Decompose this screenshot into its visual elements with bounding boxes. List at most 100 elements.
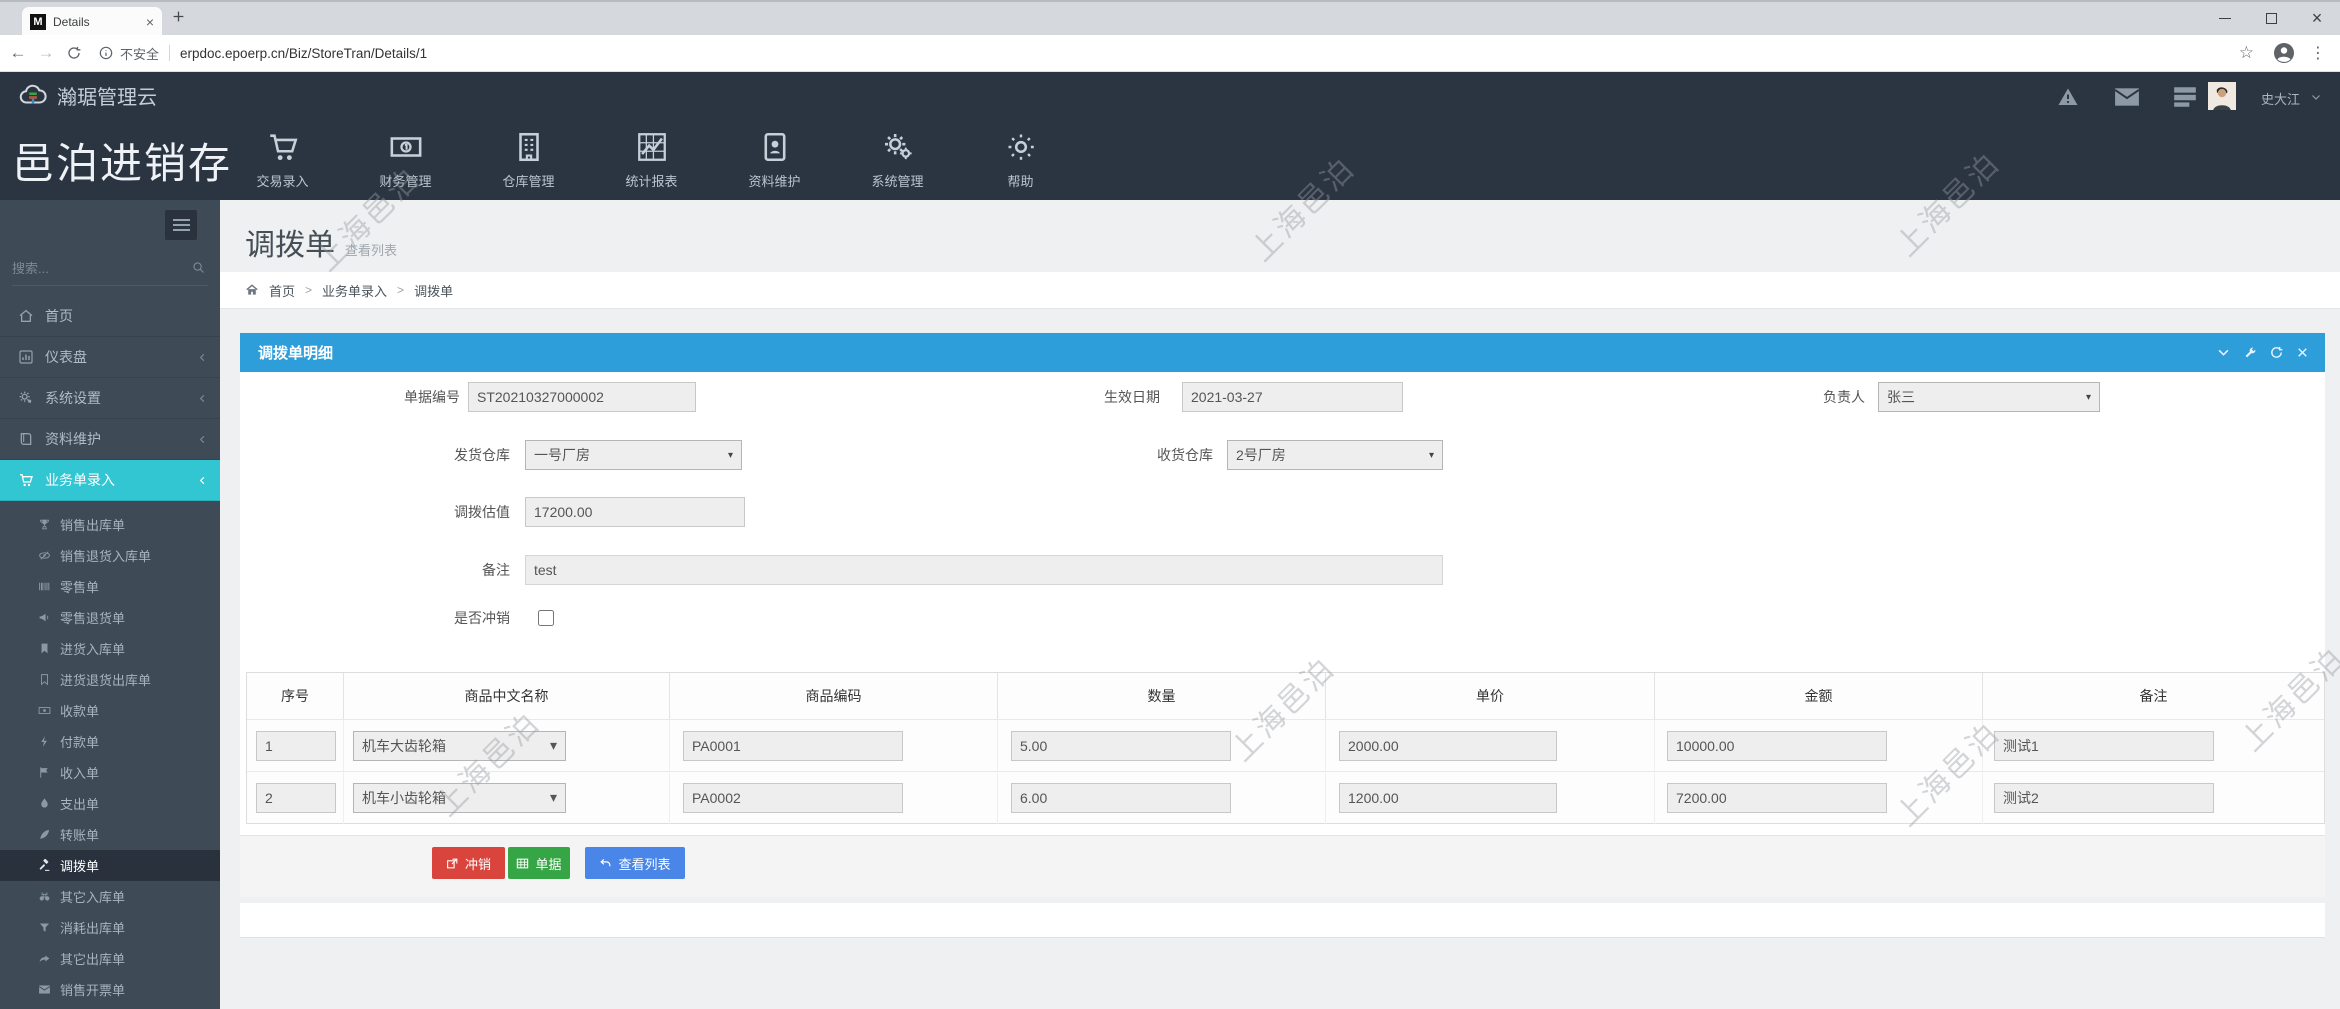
row2-amount-input[interactable] xyxy=(1667,782,1887,813)
writeoff-checkbox[interactable] xyxy=(538,610,554,626)
mail-icon[interactable] xyxy=(2114,86,2140,108)
submenu-receipt[interactable]: 收款单 xyxy=(0,695,220,726)
alerts-icon[interactable] xyxy=(2056,85,2080,109)
menu-dots-icon[interactable]: ⋮ xyxy=(2310,43,2326,63)
sidebar-search xyxy=(12,252,208,286)
row1-remark-input[interactable] xyxy=(1994,730,2214,761)
page-subtitle[interactable]: 查看列表 xyxy=(345,243,397,258)
sidebar-toggle-button[interactable] xyxy=(165,210,197,240)
row1-qty-input[interactable] xyxy=(1011,730,1231,761)
window-maximize-button[interactable] xyxy=(2248,2,2294,35)
user-caret-down-icon[interactable] xyxy=(2310,91,2322,103)
doc-no-input[interactable] xyxy=(468,382,696,412)
row1-seq-input[interactable] xyxy=(256,730,336,761)
nav-finance[interactable]: 财务管理 xyxy=(344,120,467,200)
gears-icon xyxy=(18,390,34,406)
submenu-sales-return-inbound[interactable]: 销售退货入库单 xyxy=(0,540,220,571)
info-icon[interactable] xyxy=(98,45,114,61)
submenu-sales-invoice[interactable]: 销售开票单 xyxy=(0,974,220,1005)
nav-system[interactable]: 系统管理 xyxy=(836,120,959,200)
close-icon[interactable] xyxy=(2296,346,2309,359)
forward-button[interactable]: → xyxy=(32,43,60,63)
row1-code-input[interactable] xyxy=(683,730,903,761)
submenu-consume-outbound[interactable]: 消耗出库单 xyxy=(0,912,220,943)
tasks-icon[interactable] xyxy=(2172,86,2198,108)
submenu-retail[interactable]: 零售单 xyxy=(0,571,220,602)
row2-code-input[interactable] xyxy=(683,782,903,813)
writeoff-button[interactable]: 冲销 xyxy=(432,847,505,879)
empty-panel xyxy=(240,903,2325,938)
new-tab-button[interactable] xyxy=(172,10,185,23)
cart-icon xyxy=(18,472,34,488)
back-button[interactable]: ← xyxy=(4,43,32,63)
eye-slash-icon xyxy=(38,549,51,562)
remark-input[interactable] xyxy=(525,555,1443,585)
sidebar-item-master-data[interactable]: 资料维护 xyxy=(0,419,220,460)
row1-amount-input[interactable] xyxy=(1667,730,1887,761)
panel-body: 单据编号 生效日期 负责人 张三▾ 发货仓库 一号厂房▾ 收货仓库 2号厂房▾ xyxy=(240,372,2325,835)
reload-button[interactable] xyxy=(60,45,88,61)
view-list-button[interactable]: 查看列表 xyxy=(585,847,685,879)
submenu-other-inbound[interactable]: 其它入库单 xyxy=(0,881,220,912)
submenu-income[interactable]: 收入单 xyxy=(0,757,220,788)
config-wrench-icon[interactable] xyxy=(2243,346,2257,360)
row2-remark-input[interactable] xyxy=(1994,782,2214,813)
url-text[interactable]: erpdoc.epoerp.cn/Biz/StoreTran/Details/1 xyxy=(180,46,427,61)
profile-icon[interactable] xyxy=(2272,41,2296,65)
submenu-payment[interactable]: 付款单 xyxy=(0,726,220,757)
window-close-button[interactable]: × xyxy=(2294,2,2340,35)
document-button[interactable]: 单据 xyxy=(508,847,570,879)
effective-date-input[interactable] xyxy=(1182,382,1403,412)
browser-tab[interactable]: M Details × xyxy=(22,7,162,37)
window-minimize-button[interactable] xyxy=(2202,2,2248,35)
row1-price-input[interactable] xyxy=(1339,730,1557,761)
submenu-retail-return[interactable]: 零售退货单 xyxy=(0,602,220,633)
user-name[interactable]: 史大江 xyxy=(2261,89,2300,108)
book-icon xyxy=(18,431,34,447)
security-label: 不安全 xyxy=(120,46,160,62)
items-table-header: 序号 商品中文名称 商品编码 数量 单价 金额 备注 xyxy=(247,673,2324,719)
breadcrumb-item-home[interactable]: 首页 xyxy=(269,281,295,300)
refresh-icon[interactable] xyxy=(2269,345,2284,360)
owner-select[interactable]: 张三 ▾ xyxy=(1878,382,2100,412)
nav-warehouse[interactable]: 仓库管理 xyxy=(467,120,590,200)
sidebar-item-dashboard[interactable]: 仪表盘 xyxy=(0,337,220,378)
submenu-stock-transfer[interactable]: 调拨单 xyxy=(0,850,220,881)
to-warehouse-select[interactable]: 2号厂房 ▾ xyxy=(1227,440,1443,470)
sidebar-search-input[interactable] xyxy=(12,252,180,284)
bolt-icon xyxy=(38,735,51,748)
brand: 瀚琚管理云 xyxy=(18,80,157,110)
bookmark-star-icon[interactable]: ☆ xyxy=(2239,43,2254,63)
submenu-sales-outbound[interactable]: 销售出库单 xyxy=(0,509,220,540)
row2-qty-input[interactable] xyxy=(1011,782,1231,813)
submenu-other-outbound[interactable]: 其它出库单 xyxy=(0,943,220,974)
items-table: 序号 商品中文名称 商品编码 数量 单价 金额 备注 机车大齿轮箱▾ xyxy=(246,672,2325,824)
nav-master-data[interactable]: 资料维护 xyxy=(713,120,836,200)
transfer-detail-panel: 调拨单明细 单据编号 生效日期 负责人 张三▾ 发货 xyxy=(240,333,2325,897)
module-nav: 交易录入 财务管理 仓库管理 统计报表 资料维护 系统管理 帮助 xyxy=(221,120,1082,200)
breadcrumb-item-business-entry[interactable]: 业务单录入 xyxy=(322,281,387,300)
sidebar-item-business-doc-entry[interactable]: 业务单录入 xyxy=(0,460,220,501)
row2-seq-input[interactable] xyxy=(256,782,336,813)
row2-product-select[interactable]: 机车小齿轮箱 ▾ xyxy=(353,782,566,813)
submenu-transfer-account[interactable]: 转账单 xyxy=(0,819,220,850)
nav-reports[interactable]: 统计报表 xyxy=(590,120,713,200)
collapse-icon[interactable] xyxy=(2216,345,2231,360)
tab-close-icon[interactable]: × xyxy=(146,14,154,30)
sidebar-item-home[interactable]: 首页 xyxy=(0,296,220,337)
row2-price-input[interactable] xyxy=(1339,782,1557,813)
sidebar-item-system-settings[interactable]: 系统设置 xyxy=(0,378,220,419)
nav-help[interactable]: 帮助 xyxy=(959,120,1082,200)
table-row: 机车大齿轮箱▾ xyxy=(247,719,2324,772)
search-icon[interactable] xyxy=(191,260,206,275)
submenu-expense[interactable]: 支出单 xyxy=(0,788,220,819)
from-warehouse-select[interactable]: 一号厂房 ▾ xyxy=(525,440,742,470)
banknote-icon xyxy=(390,137,421,157)
user-avatar[interactable] xyxy=(2208,82,2236,110)
nav-transaction-entry[interactable]: 交易录入 xyxy=(221,120,344,200)
valuation-input[interactable] xyxy=(525,497,745,527)
row1-product-select[interactable]: 机车大齿轮箱 ▾ xyxy=(353,730,566,761)
breadcrumb-home-icon[interactable] xyxy=(245,283,259,297)
submenu-purchase-inbound[interactable]: 进货入库单 xyxy=(0,633,220,664)
submenu-purchase-return-outbound[interactable]: 进货退货出库单 xyxy=(0,664,220,695)
